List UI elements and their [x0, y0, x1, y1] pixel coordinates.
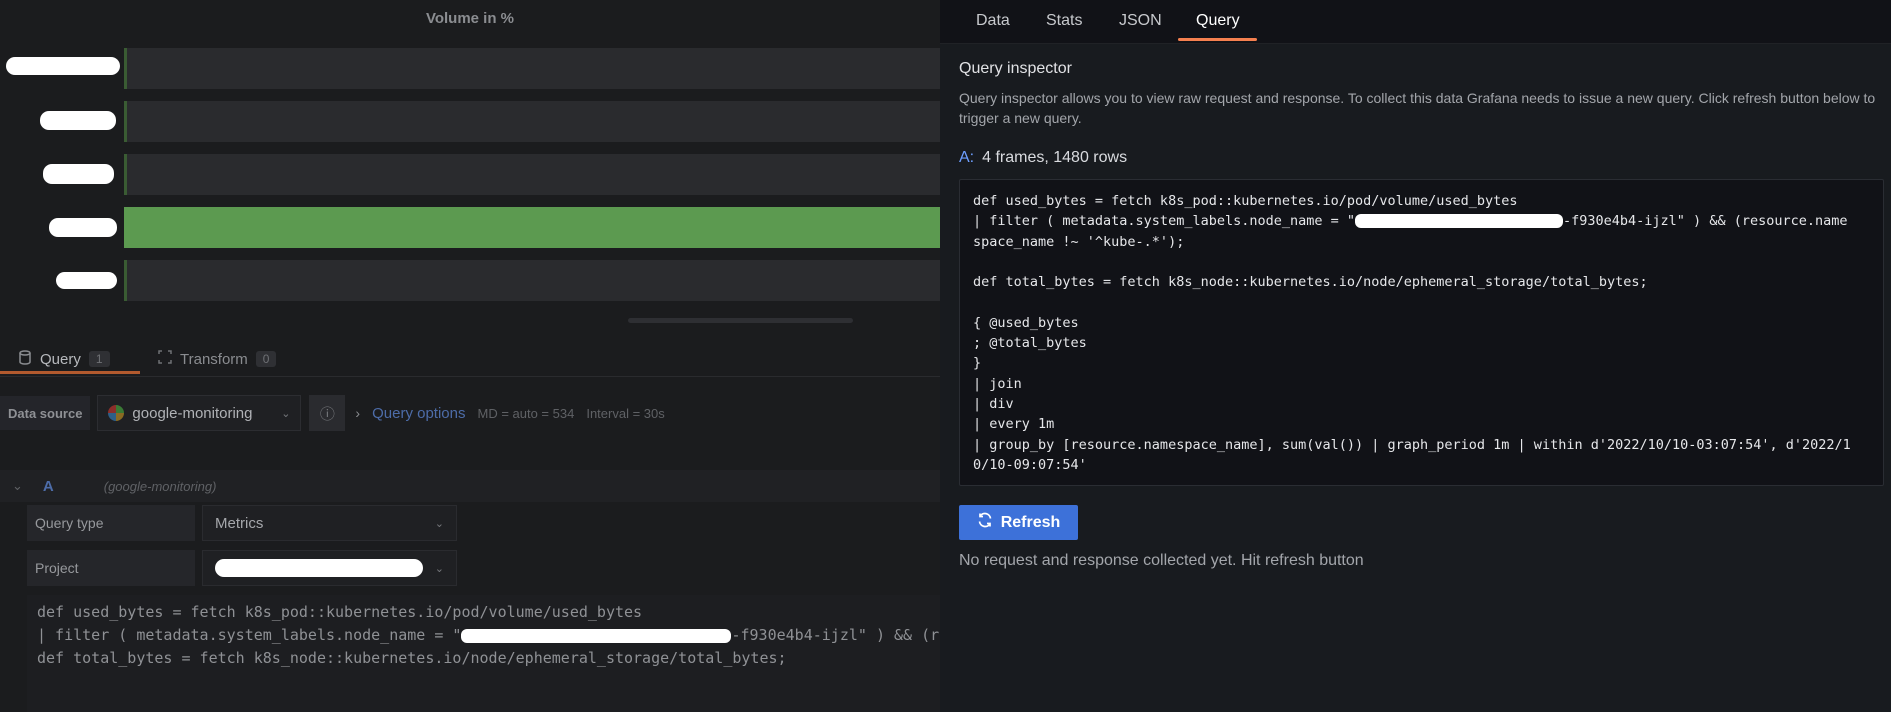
- query-ref-label: A:: [959, 149, 975, 166]
- redacted-label: [40, 111, 116, 130]
- project-row: Project ⌄: [27, 550, 457, 586]
- code-line: def used_bytes = fetch k8s_pod::kubernet…: [973, 193, 1518, 209]
- interval: Interval = 30s: [586, 405, 665, 421]
- redacted-label: [56, 272, 117, 289]
- code-line: ; @total_bytes: [973, 335, 1087, 352]
- code-line: def used_bytes = fetch k8s_pod::kubernet…: [37, 603, 643, 621]
- max-data-points: MD = auto = 534: [477, 405, 575, 421]
- refresh-icon: [977, 512, 993, 533]
- frames-summary: A: 4 frames, 1480 rows: [959, 149, 1127, 167]
- code-line: | join: [973, 375, 1022, 392]
- datasource-label: Data source: [0, 396, 91, 430]
- tab-label: Query: [40, 350, 81, 368]
- chevron-down-icon: ⌄: [434, 517, 444, 530]
- redacted-node-name: [1355, 214, 1564, 229]
- database-icon: [18, 349, 32, 369]
- query-type-select[interactable]: Metrics ⌄: [202, 505, 457, 541]
- code-line: 0/10-09:07:54': [973, 456, 1087, 473]
- editor-tabbar: Query 1 Transform 0: [0, 337, 940, 377]
- google-cloud-icon: [108, 405, 125, 421]
- query-type-row: Query type Metrics ⌄: [27, 505, 457, 541]
- refresh-button[interactable]: Refresh: [959, 505, 1078, 540]
- code-line: def total_bytes = fetch k8s_node::kubern…: [37, 649, 787, 667]
- inspector-tabbar: Data Stats JSON Query: [940, 0, 1891, 44]
- frames-text: 4 frames, 1480 rows: [982, 149, 1128, 166]
- datasource-help-button[interactable]: ⓘ: [309, 395, 346, 431]
- active-tab-underline: [0, 371, 140, 374]
- tab-query[interactable]: Query: [1196, 0, 1240, 42]
- panel-title: Volume in %: [425, 10, 515, 27]
- panel-editor: Volume in % Query 1 Transform 0 Data sou…: [0, 0, 940, 712]
- inspector-drawer: Data Stats JSON Query Query inspector Qu…: [940, 0, 1891, 712]
- code-line: { @used_bytes: [973, 314, 1079, 331]
- redacted-node-name: [461, 628, 732, 643]
- code-line: | div: [973, 395, 1014, 412]
- datasource-value: google-monitoring: [132, 404, 253, 422]
- bar-row: [124, 101, 940, 142]
- tab-json[interactable]: JSON: [1119, 0, 1162, 42]
- query-letter: A: [42, 477, 54, 495]
- inspector-title: Query inspector: [959, 60, 1072, 77]
- code-line: | group_by [resource.namespace_name], su…: [973, 436, 1851, 453]
- query-options-link[interactable]: Query options: [372, 405, 465, 422]
- tab-count: 1: [88, 351, 110, 367]
- project-label: Project: [27, 550, 195, 586]
- redacted-project: [215, 559, 423, 577]
- bar-row: [124, 260, 940, 301]
- query-row-header[interactable]: ⌄ A (google-monitoring): [0, 470, 940, 502]
- tab-count: 0: [255, 351, 277, 367]
- project-select[interactable]: ⌄: [202, 550, 457, 586]
- transform-icon: [158, 350, 172, 368]
- chevron-right-icon: ›: [355, 405, 361, 421]
- inspector-description: Query inspector allows you to view raw r…: [959, 90, 1876, 126]
- query-type-label: Query type: [27, 505, 195, 541]
- tab-transform[interactable]: Transform 0: [158, 345, 277, 373]
- datasource-select[interactable]: google-monitoring ⌄: [97, 395, 302, 431]
- refresh-label: Refresh: [1000, 513, 1061, 531]
- bar-row: [124, 48, 940, 89]
- query-code-block: def used_bytes = fetch k8s_pod::kubernet…: [959, 179, 1884, 486]
- chevron-down-icon: ⌄: [281, 407, 291, 420]
- tab-data[interactable]: Data: [976, 0, 1010, 42]
- code-line: | filter ( metadata.system_labels.node_n…: [973, 213, 1848, 230]
- bar: [124, 207, 940, 248]
- query-code-editor[interactable]: def used_bytes = fetch k8s_pod::kubernet…: [27, 595, 940, 712]
- tab-stats[interactable]: Stats: [1046, 0, 1082, 42]
- query-type-value: Metrics: [215, 514, 264, 532]
- active-tab-underline: [1178, 38, 1257, 41]
- query-datasource-name: (google-monitoring): [103, 478, 217, 494]
- tab-label: Transform: [180, 350, 248, 368]
- empty-state-text: No request and response collected yet. H…: [959, 552, 1364, 569]
- code-line: space_name !~ '^kube-.*');: [973, 233, 1185, 250]
- code-line: | every 1m: [973, 416, 1055, 433]
- code-line: | filter ( metadata.system_labels.node_n…: [37, 626, 940, 644]
- scrollbar[interactable]: [628, 318, 853, 323]
- code-line: def total_bytes = fetch k8s_node::kubern…: [973, 274, 1648, 291]
- code-line: }: [973, 355, 982, 372]
- chevron-down-icon: ⌄: [434, 562, 444, 575]
- tab-query[interactable]: Query 1: [18, 345, 110, 373]
- redacted-label: [43, 164, 114, 184]
- info-circle-icon: ⓘ: [319, 405, 335, 423]
- datasource-row: Data source google-monitoring ⌄ ⓘ › Quer…: [0, 395, 665, 431]
- redacted-label: [49, 218, 117, 237]
- query-options[interactable]: › Query options MD = auto = 534 Interval…: [355, 405, 664, 422]
- redacted-label: [6, 57, 120, 75]
- bar-row: [124, 154, 940, 195]
- chevron-down-icon[interactable]: ⌄: [12, 478, 23, 494]
